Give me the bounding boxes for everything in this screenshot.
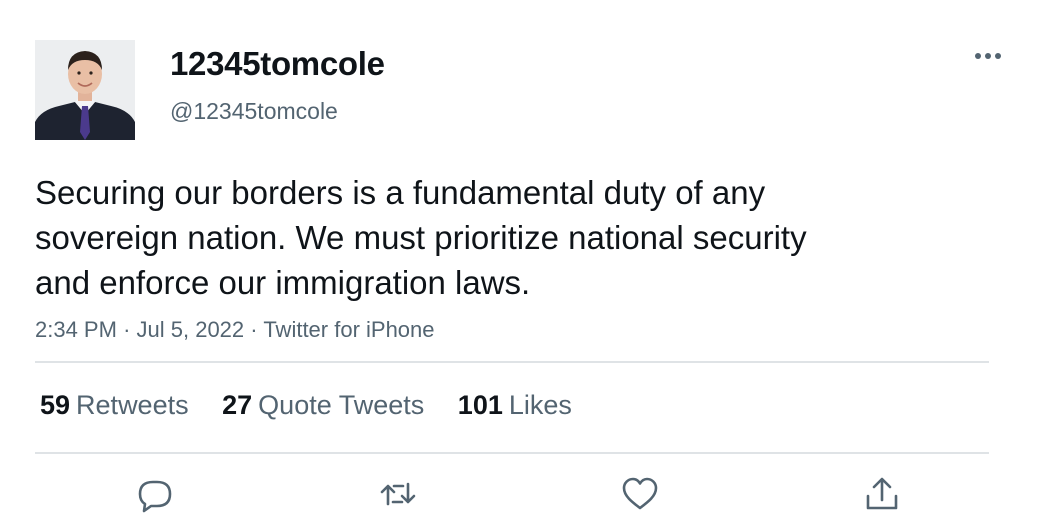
likes-stat[interactable]: 101 Likes [458, 387, 572, 423]
retweet-button[interactable] [378, 474, 418, 514]
tweet-source[interactable]: Twitter for iPhone [263, 317, 434, 342]
more-options-button[interactable] [968, 40, 1008, 72]
quote-tweets-label: Quote Tweets [258, 390, 425, 420]
ellipsis-icon [975, 53, 1001, 59]
tweet-time[interactable]: 2:34 PM [35, 317, 117, 342]
retweets-count: 59 [40, 390, 71, 420]
avatar[interactable] [35, 40, 135, 140]
speech-bubble-icon [138, 480, 172, 513]
divider [35, 361, 989, 363]
tweet-text-line: sovereign nation. We must prioritize nat… [35, 219, 807, 256]
quote-tweets-count: 27 [222, 390, 253, 420]
meta-separator: · [250, 317, 258, 342]
tweet-meta: 2:34 PM · Jul 5, 2022 · Twitter for iPho… [35, 315, 435, 345]
tweet-date[interactable]: Jul 5, 2022 [137, 317, 245, 342]
retweet-icon [380, 482, 416, 506]
meta-separator: · [123, 317, 131, 342]
quote-tweets-stat[interactable]: 27 Quote Tweets [222, 387, 424, 423]
heart-icon [622, 477, 658, 510]
tweet-text-line: and enforce our immigration laws. [35, 264, 531, 301]
author-display-name[interactable]: 12345tomcole [170, 44, 385, 84]
divider [35, 452, 989, 454]
retweets-stat[interactable]: 59 Retweets [40, 387, 189, 423]
like-button[interactable] [620, 474, 660, 514]
tweet-stats: 59 Retweets 27 Quote Tweets 101 Likes [40, 387, 598, 423]
tweet-text: Securing our borders is a fundamental du… [35, 170, 915, 305]
share-icon [866, 477, 898, 510]
tweet-text-line: Securing our borders is a fundamental du… [35, 174, 766, 211]
author-handle[interactable]: @12345tomcole [170, 96, 338, 126]
reply-button[interactable] [135, 474, 175, 514]
likes-count: 101 [457, 390, 503, 420]
likes-label: Likes [508, 390, 572, 420]
share-button[interactable] [862, 474, 902, 514]
profile-photo [35, 40, 135, 140]
retweets-label: Retweets [76, 390, 189, 420]
